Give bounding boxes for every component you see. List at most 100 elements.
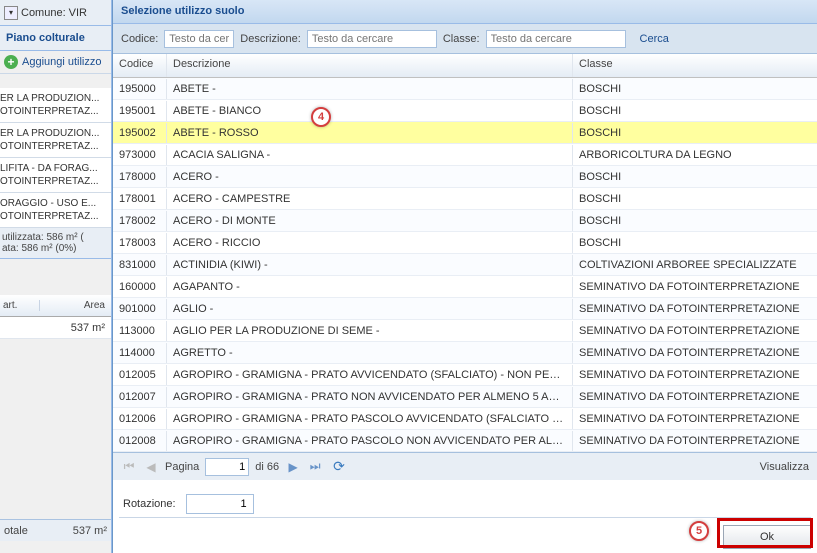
totale-bar: otale 537 m² xyxy=(0,519,111,541)
paging-toolbar: ⏮ ◀ Pagina di 66 ▶ ⏭ ⟳ Visualizza xyxy=(113,452,817,480)
left-list-item[interactable]: ER LA PRODUZION...OTOINTERPRETAZ... xyxy=(0,88,111,123)
cell-class: BOSCHI xyxy=(573,211,817,231)
plus-icon: + xyxy=(4,55,18,69)
dialog-title: Selezione utilizzo suolo xyxy=(113,0,817,24)
left-list-item[interactable]: ORAGGIO - USO E...OTOINTERPRETAZ... xyxy=(0,193,111,228)
table-row[interactable]: 901000AGLIO -SEMINATIVO DA FOTOINTERPRET… xyxy=(113,298,817,320)
last-page-icon[interactable]: ⏭ xyxy=(307,459,323,475)
search-button[interactable]: Cerca xyxy=(640,33,669,45)
table-row[interactable]: 012007AGROPIRO - GRAMIGNA - PRATO NON AV… xyxy=(113,386,817,408)
table-row[interactable]: 195002ABETE - ROSSOBOSCHI xyxy=(113,122,817,144)
table-row[interactable]: 195000ABETE -BOSCHI xyxy=(113,78,817,100)
ok-button[interactable]: Ok xyxy=(723,525,811,549)
cell-desc: ABETE - ROSSO xyxy=(167,123,573,143)
class-label: Classe: xyxy=(443,33,480,45)
cell-class: BOSCHI xyxy=(573,233,817,253)
cell-class: SEMINATIVO DA FOTOINTERPRETAZIONE xyxy=(573,431,817,451)
search-toolbar: Codice: Descrizione: Classe: Cerca xyxy=(113,24,817,54)
add-usage-button[interactable]: + Aggiungi utilizzo xyxy=(0,51,111,74)
cell-code: 178002 xyxy=(113,211,167,231)
code-input[interactable] xyxy=(164,30,234,48)
table-row[interactable]: 195001ABETE - BIANCOBOSCHI xyxy=(113,100,817,122)
cell-code: 178001 xyxy=(113,189,167,209)
cell-class: SEMINATIVO DA FOTOINTERPRETAZIONE xyxy=(573,299,817,319)
header-code[interactable]: Codice xyxy=(113,54,167,77)
cell-desc: AGROPIRO - GRAMIGNA - PRATO AVVICENDATO … xyxy=(167,365,573,385)
table-row[interactable]: 113000AGLIO PER LA PRODUZIONE DI SEME -S… xyxy=(113,320,817,342)
summary-box: utilizzata: 586 m² ( ata: 586 m² (0%) xyxy=(0,228,111,259)
class-input[interactable] xyxy=(486,30,626,48)
header-desc[interactable]: Descrizione xyxy=(167,54,573,77)
desc-input[interactable] xyxy=(307,30,437,48)
table-row[interactable]: 012005AGROPIRO - GRAMIGNA - PRATO AVVICE… xyxy=(113,364,817,386)
comune-value: VIR xyxy=(69,7,87,19)
next-page-icon[interactable]: ▶ xyxy=(285,459,301,475)
cell-code: 901000 xyxy=(113,299,167,319)
cell-desc: AGLIO PER LA PRODUZIONE DI SEME - xyxy=(167,321,573,341)
refresh-icon[interactable]: ⟳ xyxy=(333,458,345,475)
header-class[interactable]: Classe xyxy=(573,54,817,77)
cell-desc: AGROPIRO - GRAMIGNA - PRATO PASCOLO NON … xyxy=(167,431,573,451)
cell-code: 012007 xyxy=(113,387,167,407)
table-row[interactable]: 114000AGRETTO -SEMINATIVO DA FOTOINTERPR… xyxy=(113,342,817,364)
plan-header: Piano colturale xyxy=(0,26,111,51)
rotazione-input[interactable] xyxy=(186,494,254,514)
cell-code: 195001 xyxy=(113,101,167,121)
cell-desc: ACERO - RICCIO xyxy=(167,233,573,253)
table-row[interactable]: 012008AGROPIRO - GRAMIGNA - PRATO PASCOL… xyxy=(113,430,817,452)
page-input[interactable] xyxy=(205,458,249,476)
background-left-panel: ▾ Comune: VIR Piano colturale + Aggiungi… xyxy=(0,0,112,553)
table-row[interactable]: 178003ACERO - RICCIOBOSCHI xyxy=(113,232,817,254)
cell-desc: AGRETTO - xyxy=(167,343,573,363)
cell-class: SEMINATIVO DA FOTOINTERPRETAZIONE xyxy=(573,321,817,341)
visualizza-label: Visualizza xyxy=(760,461,809,473)
code-label: Codice: xyxy=(121,33,158,45)
cell-code: 160000 xyxy=(113,277,167,297)
cell-code: 113000 xyxy=(113,321,167,341)
table-row[interactable]: 160000AGAPANTO -SEMINATIVO DA FOTOINTERP… xyxy=(113,276,817,298)
cell-desc: AGROPIRO - GRAMIGNA - PRATO PASCOLO AVVI… xyxy=(167,409,573,429)
page-of: di 66 xyxy=(255,461,279,473)
cell-desc: ACERO - DI MONTE xyxy=(167,211,573,231)
comune-label: Comune: xyxy=(21,7,66,19)
cell-desc: ACTINIDIA (KIWI) - xyxy=(167,255,573,275)
dialog-button-bar: Ok xyxy=(119,517,811,549)
cell-desc: AGAPANTO - xyxy=(167,277,573,297)
grid-header: Codice Descrizione Classe xyxy=(113,54,817,78)
comune-row: ▾ Comune: VIR xyxy=(0,0,111,26)
cell-desc: ABETE - xyxy=(167,79,573,99)
cell-class: BOSCHI xyxy=(573,123,817,143)
table-row[interactable]: 012006AGROPIRO - GRAMIGNA - PRATO PASCOL… xyxy=(113,408,817,430)
table-row[interactable]: 973000ACACIA SALIGNA -ARBORICOLTURA DA L… xyxy=(113,144,817,166)
rotazione-label: Rotazione: xyxy=(123,498,176,510)
select-usage-dialog: Selezione utilizzo suolo Codice: Descriz… xyxy=(112,0,817,553)
table-row[interactable]: 178000ACERO -BOSCHI xyxy=(113,166,817,188)
table-row[interactable]: 178001ACERO - CAMPESTREBOSCHI xyxy=(113,188,817,210)
table-row[interactable]: 831000ACTINIDIA (KIWI) -COLTIVAZIONI ARB… xyxy=(113,254,817,276)
cell-class: SEMINATIVO DA FOTOINTERPRETAZIONE xyxy=(573,343,817,363)
cell-code: 012006 xyxy=(113,409,167,429)
cell-class: SEMINATIVO DA FOTOINTERPRETAZIONE xyxy=(573,387,817,407)
left-list-item[interactable]: LIFITA - DA FORAG...OTOINTERPRETAZ... xyxy=(0,158,111,193)
col-art: art. xyxy=(0,300,40,311)
cell-desc: AGROPIRO - GRAMIGNA - PRATO NON AVVICEND… xyxy=(167,387,573,407)
cell-class: SEMINATIVO DA FOTOINTERPRETAZIONE xyxy=(573,277,817,297)
cell-code: 973000 xyxy=(113,145,167,165)
cell-code: 195002 xyxy=(113,123,167,143)
cell-code: 195000 xyxy=(113,79,167,99)
prev-page-icon[interactable]: ◀ xyxy=(143,459,159,475)
cell-class: SEMINATIVO DA FOTOINTERPRETAZIONE xyxy=(573,409,817,429)
desc-label: Descrizione: xyxy=(240,33,301,45)
table-row[interactable]: 178002ACERO - DI MONTEBOSCHI xyxy=(113,210,817,232)
cell-desc: ACERO - xyxy=(167,167,573,187)
add-usage-label: Aggiungi utilizzo xyxy=(22,56,102,68)
cell-class: BOSCHI xyxy=(573,101,817,121)
cell-desc: ABETE - BIANCO xyxy=(167,101,573,121)
first-page-icon[interactable]: ⏮ xyxy=(121,459,137,475)
cell-desc: AGLIO - xyxy=(167,299,573,319)
left-table-row[interactable]: 537 m² xyxy=(0,317,111,339)
left-list-item[interactable]: ER LA PRODUZION...OTOINTERPRETAZ... xyxy=(0,123,111,158)
cell-class: BOSCHI xyxy=(573,79,817,99)
cell-desc: ACERO - CAMPESTRE xyxy=(167,189,573,209)
comune-dropdown-icon[interactable]: ▾ xyxy=(4,6,18,20)
